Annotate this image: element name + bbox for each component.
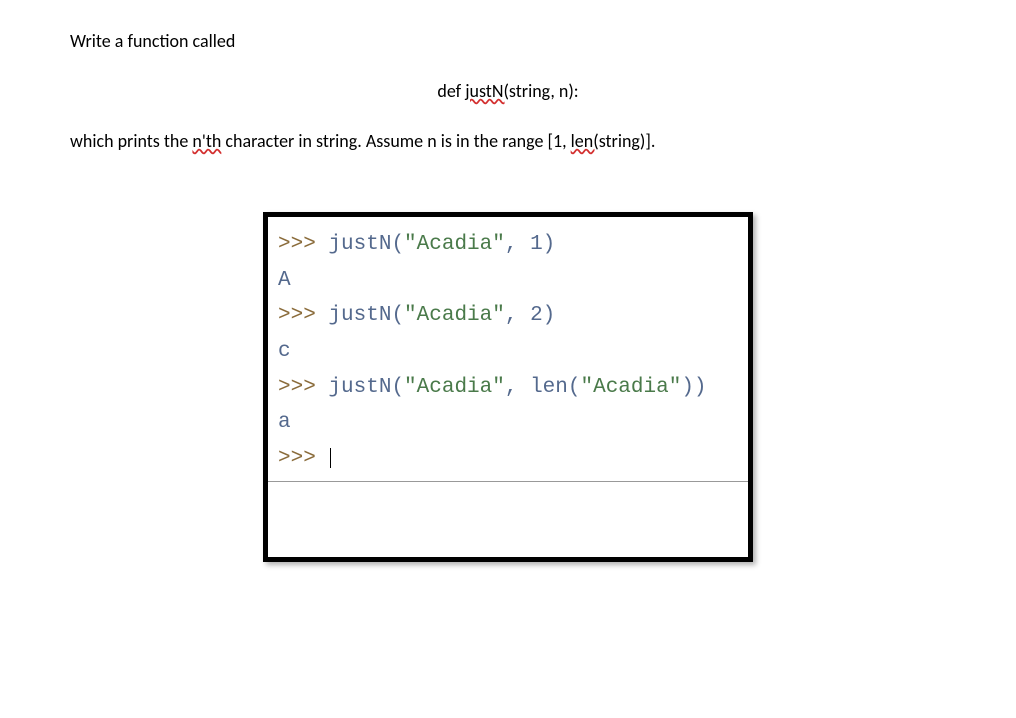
- console-line-1: >>> justN("Acadia", 1): [278, 227, 738, 263]
- args-mid: , len(: [505, 376, 581, 399]
- text-mid: character in string. Assume n is in the …: [221, 130, 570, 152]
- output-text: A: [278, 269, 291, 292]
- args-rest: , 1): [505, 233, 555, 256]
- prompt-symbol: >>>: [278, 376, 316, 399]
- console-content: >>> justN("Acadia", 1) A >>> justN("Acad…: [268, 225, 748, 482]
- paren-open: (: [391, 304, 404, 327]
- cursor-icon: [330, 448, 331, 468]
- console-box: >>> justN("Acadia", 1) A >>> justN("Acad…: [263, 212, 753, 562]
- call-name: justN: [328, 376, 391, 399]
- prompt-symbol: >>>: [278, 304, 316, 327]
- console-line-2: >>> justN("Acadia", 2): [278, 298, 738, 334]
- nth-underlined: n'th: [192, 130, 221, 152]
- text-suffix: string)].: [599, 130, 656, 152]
- output-text: a: [278, 411, 291, 434]
- instruction-line-2: def justN(string, n):: [70, 80, 946, 102]
- args-rest: )): [681, 376, 706, 399]
- console-output-3: a: [278, 405, 738, 441]
- def-keyword: def: [437, 80, 465, 102]
- console-line-prompt: >>>: [278, 441, 738, 477]
- string-arg: "Acadia": [404, 376, 505, 399]
- console-output-1: A: [278, 263, 738, 299]
- func-name-underlined: justN(: [465, 80, 509, 102]
- text-write-function: Write a function called: [70, 30, 235, 52]
- instruction-line-3: which prints the n'th character in strin…: [70, 130, 946, 152]
- prompt-symbol: >>>: [278, 447, 316, 470]
- paren-open: (: [391, 376, 404, 399]
- prompt-symbol: >>>: [278, 233, 316, 256]
- call-name: justN: [328, 233, 391, 256]
- string-arg: "Acadia": [404, 304, 505, 327]
- console-output-2: c: [278, 334, 738, 370]
- string-arg: "Acadia": [404, 233, 505, 256]
- paren-open: (: [391, 233, 404, 256]
- string-arg-2: "Acadia": [581, 376, 682, 399]
- len-underlined: len(: [571, 130, 599, 152]
- args-rest: , 2): [505, 304, 555, 327]
- instruction-line-1: Write a function called: [70, 30, 946, 52]
- console-line-3: >>> justN("Acadia", len("Acadia")): [278, 370, 738, 406]
- console-spacer: [268, 482, 748, 557]
- call-name: justN: [328, 304, 391, 327]
- output-text: c: [278, 340, 291, 363]
- func-params: string, n):: [509, 80, 579, 102]
- text-which-prints: which prints the: [70, 130, 192, 152]
